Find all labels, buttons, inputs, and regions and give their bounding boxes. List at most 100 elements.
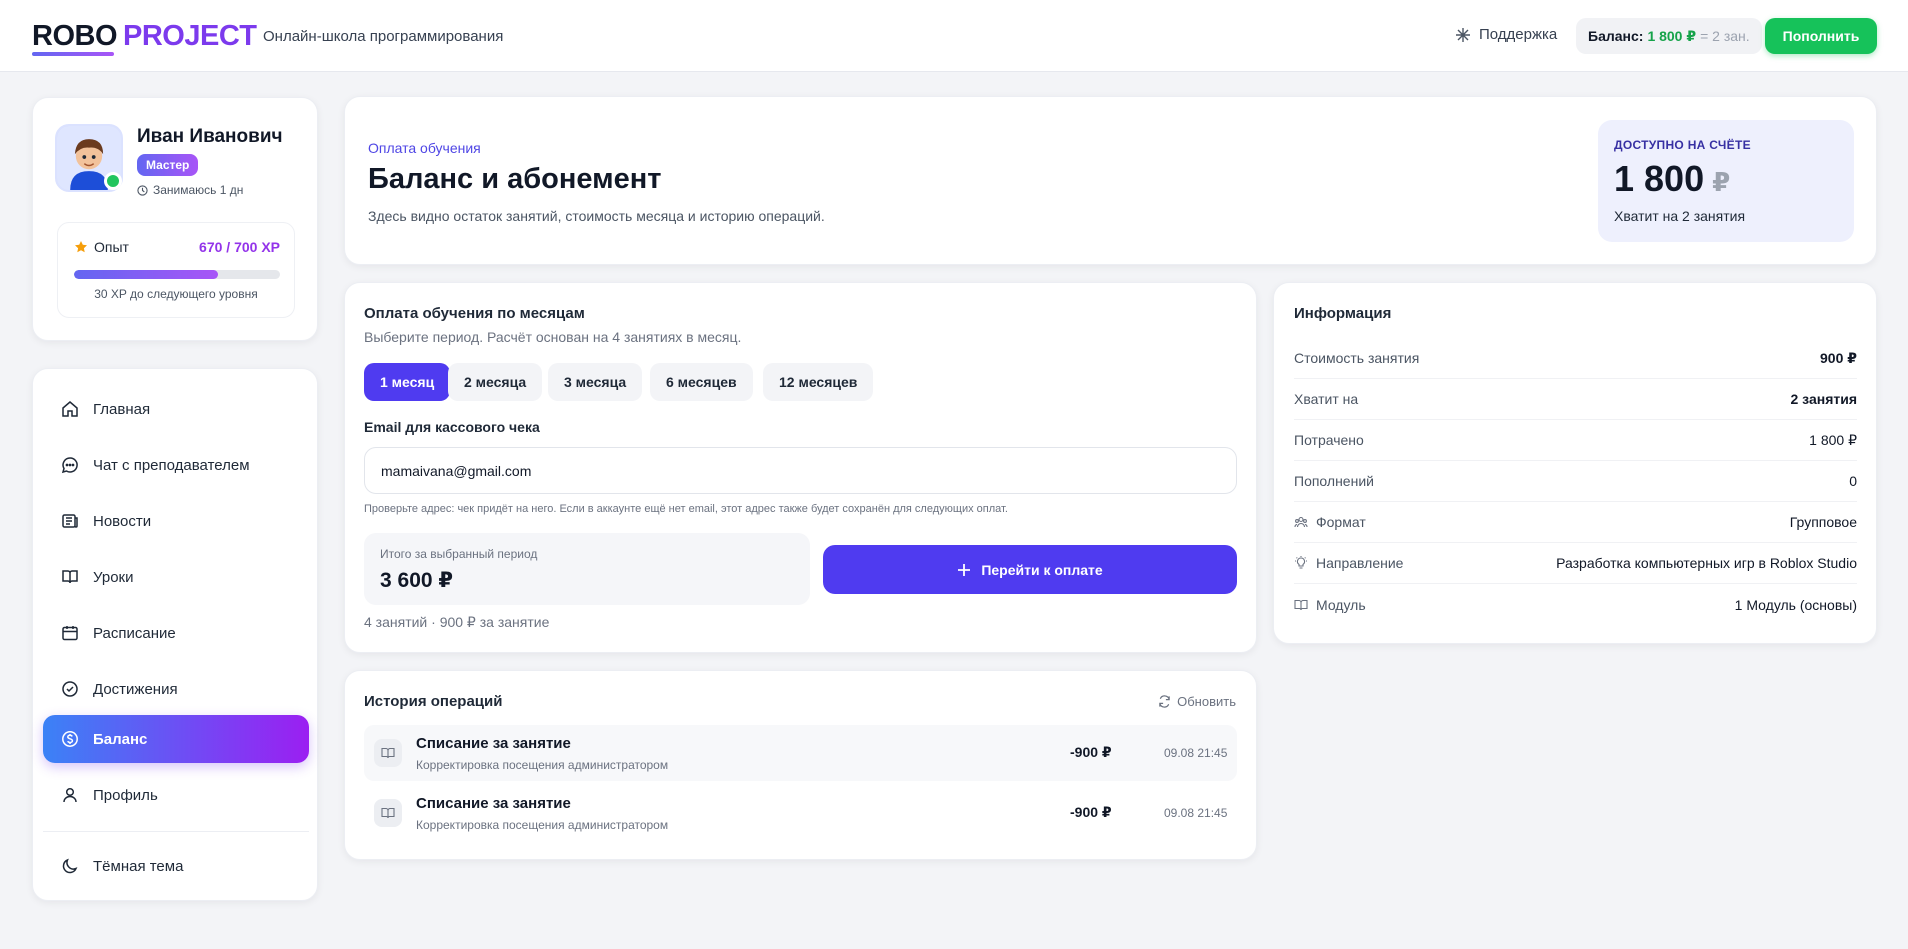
check-circle-icon bbox=[62, 681, 78, 697]
history-row-icon bbox=[374, 739, 402, 767]
hero-subtitle: Оплата обучения bbox=[368, 140, 481, 156]
available-label: ДОСТУПНО НА СЧЁТЕ bbox=[1614, 138, 1751, 152]
info-key-label: Модуль bbox=[1316, 596, 1366, 613]
sidebar-item-label: Профиль bbox=[93, 786, 158, 804]
sidebar-item-profile[interactable]: Профиль bbox=[43, 771, 309, 819]
sparkle-icon bbox=[1456, 27, 1470, 42]
calendar-icon bbox=[62, 626, 78, 641]
period-6-months-button[interactable]: 6 месяцев bbox=[650, 363, 753, 401]
period-2-months-button[interactable]: 2 месяца bbox=[448, 363, 543, 401]
history-row-icon bbox=[374, 799, 402, 827]
available-currency: ₽ bbox=[1712, 167, 1731, 197]
sidebar-item-schedule[interactable]: Расписание bbox=[43, 609, 309, 657]
period-3-months-button[interactable]: 3 месяца bbox=[548, 363, 643, 401]
go-to-payment-label: Перейти к оплате bbox=[981, 561, 1103, 578]
history-row-subtitle: Корректировка посещения администратором bbox=[416, 758, 669, 772]
sidebar-item-chat[interactable]: Чат с преподавателем bbox=[43, 441, 309, 489]
xp-box: Опыт 670 / 700 XP 30 XP до следующего ур… bbox=[57, 222, 295, 318]
home-icon bbox=[62, 401, 78, 417]
info-row-topups: Пополнений 0 bbox=[1294, 461, 1857, 502]
history-row[interactable]: Списание за занятие Корректировка посеще… bbox=[364, 785, 1237, 841]
info-row-module: Модуль 1 Модуль (основы) bbox=[1294, 584, 1857, 625]
sidebar-item-label: Уроки bbox=[93, 568, 134, 586]
xp-label-text: Опыт bbox=[94, 239, 129, 255]
xp-label: Опыт bbox=[74, 239, 129, 255]
sidebar-item-lessons[interactable]: Уроки bbox=[43, 553, 309, 601]
refresh-button[interactable]: Обновить bbox=[1158, 694, 1236, 709]
refresh-label: Обновить bbox=[1177, 694, 1236, 709]
sidebar-item-balance[interactable]: Баланс bbox=[43, 715, 309, 763]
profile-since-label: Занимаюсь 1 дн bbox=[153, 183, 244, 197]
history-row-time: 09.08 21:45 bbox=[1164, 746, 1228, 760]
available-amount: 1 800 ₽ bbox=[1614, 158, 1730, 200]
history-row[interactable]: Списание за занятие Корректировка посеще… bbox=[364, 725, 1237, 781]
page-title: Баланс и абонемент bbox=[368, 163, 662, 195]
logo[interactable]: ROBO PROJECT bbox=[32, 20, 257, 52]
news-icon bbox=[62, 514, 78, 528]
book-icon bbox=[381, 807, 395, 819]
info-key: Модуль bbox=[1294, 597, 1366, 613]
balance-value: 1 800 ₽ bbox=[1647, 27, 1697, 44]
sidebar-item-home[interactable]: Главная bbox=[43, 385, 309, 433]
profile-card: Иван Иванович Мастер Занимаюсь 1 дн Опыт… bbox=[32, 97, 318, 341]
info-key: Направление bbox=[1294, 555, 1403, 571]
history-card: История операций Обновить Списание за за… bbox=[344, 670, 1257, 860]
history-row-amount: -900 ₽ bbox=[1070, 744, 1112, 760]
star-icon bbox=[75, 241, 87, 253]
info-key: Хватит на bbox=[1294, 391, 1359, 407]
online-status-dot bbox=[104, 172, 122, 190]
info-row-spent: Потрачено 1 800 ₽ bbox=[1294, 420, 1857, 461]
sidebar-item-news[interactable]: Новости bbox=[43, 497, 309, 545]
info-value: 1 Модуль (основы) bbox=[1734, 596, 1857, 613]
top-header: ROBO PROJECT Онлайн-школа программировани… bbox=[0, 0, 1908, 72]
topup-button[interactable]: Пополнить bbox=[1765, 18, 1877, 54]
email-hint: Проверьте адрес: чек придёт на него. Есл… bbox=[364, 503, 1008, 515]
available-amount-value: 1 800 bbox=[1614, 158, 1705, 199]
history-row-subtitle: Корректировка посещения администратором bbox=[416, 818, 669, 832]
info-title: Информация bbox=[1294, 305, 1392, 322]
xp-value: 670 / 700 XP bbox=[199, 239, 280, 255]
refresh-icon bbox=[1159, 695, 1170, 708]
history-row-title: Списание за занятие bbox=[416, 735, 571, 752]
history-row-time: 09.08 21:45 bbox=[1164, 806, 1228, 820]
sidebar-item-achievements[interactable]: Достижения bbox=[43, 665, 309, 713]
theme-toggle[interactable]: Тёмная тема bbox=[43, 842, 309, 890]
profile-since: Занимаюсь 1 дн bbox=[137, 183, 243, 197]
chat-icon bbox=[61, 457, 78, 474]
xp-progress-fill bbox=[74, 270, 218, 279]
period-12-months-button[interactable]: 12 месяцев bbox=[763, 363, 874, 401]
available-enough: Хватит на 2 занятия bbox=[1614, 208, 1746, 224]
hero-card: Оплата обучения Баланс и абонемент Здесь… bbox=[344, 96, 1877, 265]
sidebar-item-label: Достижения bbox=[93, 680, 178, 698]
plus-icon bbox=[958, 563, 971, 576]
history-row-amount: -900 ₽ bbox=[1070, 804, 1112, 820]
info-value: Разработка компьютерных игр в Roblox Stu… bbox=[1556, 555, 1857, 571]
period-1-month-button[interactable]: 1 месяц bbox=[364, 363, 451, 401]
clock-icon bbox=[137, 184, 148, 196]
payment-card: Оплата обучения по месяцам Выберите пери… bbox=[344, 282, 1257, 653]
info-value: 0 bbox=[1849, 473, 1857, 489]
level-badge: Мастер bbox=[137, 154, 199, 176]
history-title: История операций bbox=[364, 693, 503, 710]
moon-icon bbox=[62, 858, 78, 874]
sidebar-item-label: Расписание bbox=[93, 624, 176, 642]
info-value: 900 ₽ bbox=[1820, 349, 1857, 366]
total-value: 3 600 ₽ bbox=[380, 569, 453, 592]
info-row-format: Формат Групповое bbox=[1294, 502, 1857, 543]
sidebar-item-label: Новости bbox=[93, 512, 152, 530]
bulb-icon bbox=[1295, 556, 1307, 569]
xp-progress-track bbox=[74, 270, 280, 279]
logo-robo: ROBO bbox=[32, 20, 118, 52]
sidebar-item-label: Баланс bbox=[93, 730, 148, 748]
support-link[interactable]: Поддержка bbox=[1455, 26, 1557, 43]
email-field[interactable] bbox=[364, 447, 1237, 494]
go-to-payment-button[interactable]: Перейти к оплате bbox=[823, 545, 1237, 594]
info-row-direction: Направление Разработка компьютерных игр … bbox=[1294, 543, 1857, 584]
support-label: Поддержка bbox=[1479, 26, 1558, 43]
balance-pill[interactable]: Баланс: 1 800 ₽ = 2 зан. bbox=[1576, 18, 1762, 54]
info-row-lesson-cost: Стоимость занятия 900 ₽ bbox=[1294, 338, 1857, 379]
logo-project: PROJECT bbox=[123, 20, 257, 52]
sidebar-nav: Главная Чат с преподавателем Новости Уро… bbox=[32, 368, 318, 901]
theme-toggle-label: Тёмная тема bbox=[93, 857, 184, 875]
info-card: Информация Стоимость занятия 900 ₽ Хвати… bbox=[1273, 282, 1877, 644]
